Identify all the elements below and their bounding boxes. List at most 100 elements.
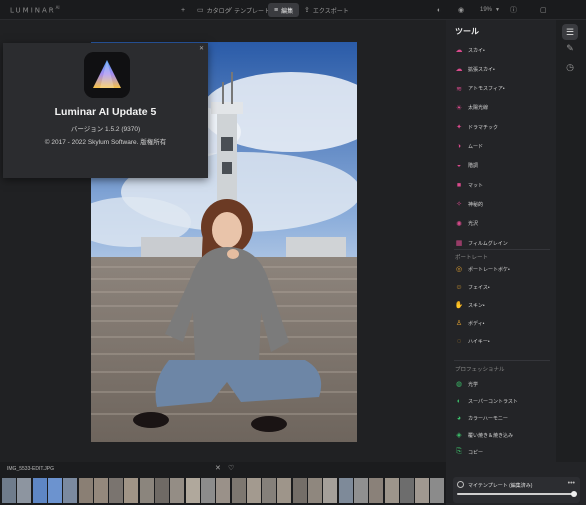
tool-item[interactable]: ☁ 拡張スカイ• [454,63,495,75]
tool-item-label: ドラマチック [468,124,499,131]
tool-item[interactable]: ⎘ コピー [454,446,483,458]
tool-item[interactable]: ✧ 神秘的 [454,198,483,210]
template-amount-knob[interactable] [571,491,577,497]
tools-panel: ツール ☁ スカイ• ☁ 拡張スカイ• ≋ アトモスフィア• ☀ 太陽光線 ✦ ドラマチック ◑ ムー… [446,20,556,462]
filmstrip-thumbnail[interactable] [170,478,186,503]
more-icon[interactable]: ••• [568,480,575,487]
filmstrip-thumbnail[interactable] [262,478,278,503]
template-amount-slider[interactable] [457,491,577,497]
tool-item[interactable]: ◎ ポートレートボケ• [454,263,510,275]
about-dialog: ✕ Luminar AI Update 5 バージョン 1.5.2 (9370)… [3,43,208,178]
tool-item[interactable]: ☀ 太陽光線 [454,102,488,114]
filmstrip-thumbnail[interactable] [78,478,94,503]
filmstrip-thumbnail[interactable] [430,478,446,503]
filmstrip-thumbnail[interactable] [63,478,79,503]
filmstrip-thumbnail[interactable] [185,478,201,503]
tool-item-label: ポートレートボケ• [468,266,510,273]
masking-rail-button[interactable]: ✎ [562,40,578,56]
filmstrip-thumbnail[interactable] [139,478,155,503]
tab-edit[interactable]: ≡ 編集 [268,3,300,17]
glow-icon: ✺ [456,220,462,228]
filmstrip-thumbnail[interactable] [399,478,415,503]
filmstrip-thumbnail[interactable] [231,478,247,503]
tool-item[interactable]: ✺ 光沢 [454,218,478,230]
filmstrip-thumbnail[interactable] [338,478,354,503]
compare-button[interactable]: ◐ [437,3,444,17]
sky-plus-icon: ☁ [455,66,463,74]
tool-item-label: スキン• [468,302,485,309]
filmstrip-thumbnail[interactable] [32,478,48,503]
filmstrip-thumbnail[interactable] [323,478,339,503]
filmstrip-thumbnail[interactable] [17,478,33,503]
close-icon[interactable]: ✕ [199,45,204,52]
tool-item[interactable]: ♙ ボディ• [454,317,485,329]
tool-item[interactable]: ■ マット [454,179,483,191]
section-divider [454,249,550,250]
tab-catalog[interactable]: ▭ カタログ [197,3,231,17]
tool-item-label: 太陽光線 [468,105,489,112]
tool-item-label: 階調 [468,163,479,170]
filmstrip-thumbnail[interactable] [93,478,109,503]
tool-item[interactable]: ✋ スキン• [454,299,485,311]
filmstrip-thumbnail[interactable] [47,478,63,503]
filmstrip-thumbnail[interactable] [155,478,170,503]
tool-item[interactable]: ☺ フェイス• [454,281,489,293]
mystical-icon: ✧ [456,201,462,209]
filmstrip-thumbnail[interactable] [109,478,125,503]
window-icon: ▢ [540,7,547,14]
filmstrip-thumbnail[interactable] [369,478,385,503]
tool-item[interactable]: ◌ ハイキー• [454,335,490,347]
add-photos-button[interactable]: + [181,3,188,17]
about-title: Luminar AI Update 5 [54,106,157,118]
filmstrip-thumbnail[interactable] [2,478,17,503]
reject-icon[interactable]: ✕ [215,464,221,472]
tool-item[interactable]: ◍ 光学 [454,378,478,390]
toning-icon: ◒ [456,162,462,170]
heart-icon[interactable]: ♡ [228,464,234,472]
app-logo: LUMINARAI [10,5,60,15]
tool-item[interactable]: ✦ ドラマチック [454,121,498,133]
tool-item-label: ムード [468,144,484,150]
dodge-icon: ◈ [456,432,462,439]
tool-item[interactable]: ☁ スカイ• [454,44,485,56]
tool-item-label: 神秘的 [468,201,484,208]
template-card[interactable]: マイテンプレート (編集済み) ••• [453,477,580,503]
zoom-value: 19% [480,7,493,13]
filmstrip-thumbnail[interactable] [292,478,308,503]
filmstrip-thumbnail[interactable] [353,478,369,503]
tool-item[interactable]: ≋ アトモスフィア• [454,83,505,95]
tab-templates-label: テンプレート [234,8,270,15]
history-rail-button[interactable]: ◷ [562,59,578,75]
filmstrip-thumbnail[interactable] [308,478,323,503]
preview-button[interactable]: ◉ [458,3,467,17]
filmstrip-thumbnail[interactable] [216,478,232,503]
filmstrip-thumbnail[interactable] [200,478,216,503]
tool-item[interactable]: ◑ ムード [454,141,483,153]
tool-item[interactable]: ▦ フィルムグレイン [454,237,508,249]
window-button[interactable]: ▢ [540,3,550,17]
cloud-icon: ☁ [455,47,463,54]
tab-catalog-label: カタログ [206,8,231,15]
tool-item-label: コピー [468,449,484,456]
tool-item-label: カラーハーモニー [468,415,508,422]
help-button[interactable]: ⓘ [510,3,520,17]
filmstrip-thumbnail[interactable] [246,478,262,503]
tool-item-label: 光沢 [468,221,479,228]
tools-rail-button[interactable]: ☰ [562,24,578,40]
filmstrip-thumbnail[interactable] [124,478,140,503]
drama-icon: ✦ [456,124,462,132]
tab-templates[interactable]: ⁄ テンプレート [230,3,270,17]
sun-icon: ☀ [455,104,463,112]
tool-item-label: ハイキー• [468,338,490,345]
tool-item[interactable]: ◈ 覆い焼き＆焼き込み [454,429,513,441]
tool-item[interactable]: ◒ 階調 [454,160,478,172]
bokeh-icon: ◎ [455,266,463,273]
tool-item[interactable]: ◕ カラーハーモニー [454,412,508,424]
filmstrip-thumbnail[interactable] [277,478,293,503]
tab-export[interactable]: ⇪ エクスポート [304,3,349,17]
tool-item-label: マット [468,182,484,189]
filmstrip-thumbnail[interactable] [384,478,400,503]
zoom-dropdown[interactable]: 19% ▼ [480,3,500,17]
tool-item[interactable]: ◐ スーパーコントラスト [454,395,518,407]
filmstrip-thumbnail[interactable] [415,478,431,503]
